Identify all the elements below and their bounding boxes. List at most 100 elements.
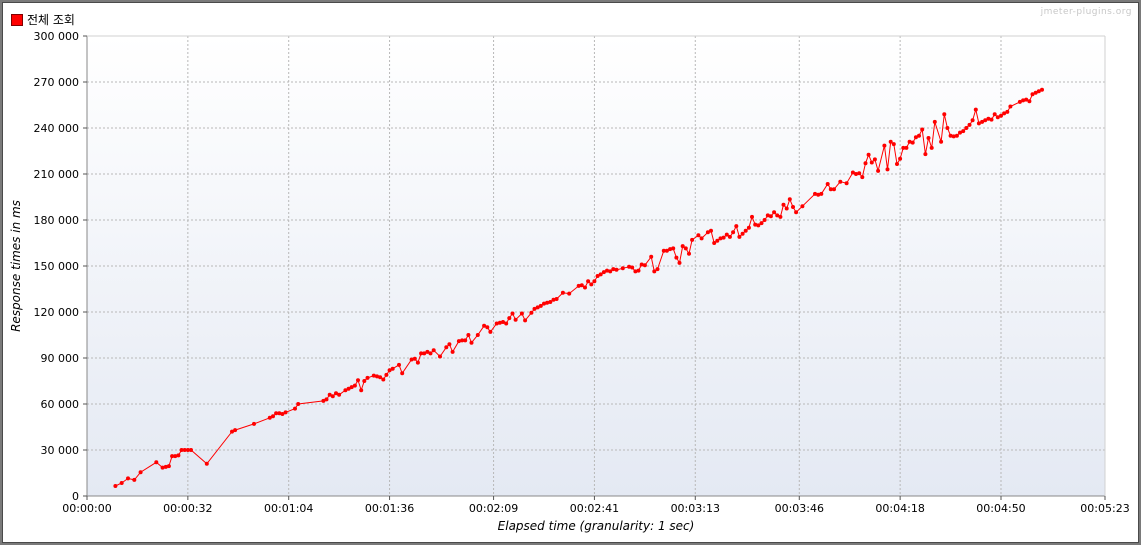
x-tick-label: 00:01:04 (264, 502, 313, 515)
data-point (882, 143, 887, 148)
data-point (743, 228, 748, 233)
line-chart: 00:00:00 00:00:32 00:01:04 00:01:36 00:02:09… (9, 30, 1130, 533)
data-point (538, 303, 543, 308)
data-point (737, 234, 742, 239)
data-point (176, 453, 181, 458)
data-point (586, 279, 591, 284)
data-point (967, 122, 972, 127)
data-point (942, 112, 947, 117)
data-point (529, 310, 534, 315)
x-tick-label: 00:00:32 (163, 502, 212, 515)
data-point (860, 175, 865, 180)
data-point (567, 291, 572, 296)
data-point (929, 145, 934, 150)
data-point (727, 234, 732, 239)
data-point (293, 406, 297, 411)
data-point (671, 246, 676, 251)
x-tick-label: 00:00:00 (62, 502, 111, 515)
y-tick-label: 60 000 (41, 398, 80, 411)
data-point (548, 300, 553, 304)
data-point (554, 297, 559, 301)
data-point (734, 224, 739, 229)
chart-panel: 전체 조회 jmeter-plugins.org 00:00:00 00:00:3… (2, 2, 1139, 543)
data-point (709, 228, 713, 233)
y-axis-label: Response times in ms (9, 200, 23, 332)
data-point (687, 251, 691, 256)
data-point (466, 333, 471, 337)
data-point (655, 267, 660, 272)
data-point (1027, 99, 1032, 104)
data-point (324, 397, 329, 402)
data-point (819, 191, 824, 196)
data-point (589, 282, 594, 287)
data-point (649, 254, 654, 259)
x-axis-label: Elapsed time (granularity: 1 sec) (498, 519, 695, 533)
data-point (359, 388, 364, 393)
data-point (904, 145, 909, 150)
data-point (677, 260, 682, 265)
data-point (463, 338, 468, 343)
data-point (390, 366, 395, 371)
x-tick-label: 00:02:41 (570, 502, 619, 515)
data-point (397, 362, 401, 367)
data-point (964, 126, 969, 130)
data-point (412, 356, 417, 361)
data-point (778, 214, 783, 219)
data-point (384, 372, 389, 377)
data-point (772, 210, 777, 215)
data-point (910, 140, 915, 145)
data-point (636, 268, 641, 273)
data-point (415, 360, 420, 365)
data-point (800, 204, 805, 209)
data-point (825, 182, 830, 186)
data-point (746, 225, 751, 230)
data-point (784, 206, 789, 211)
data-point (271, 414, 275, 419)
data-point (759, 221, 764, 226)
data-point (989, 117, 994, 122)
data-point (450, 349, 455, 354)
data-point (579, 283, 584, 288)
data-point (337, 392, 342, 397)
data-point (876, 168, 881, 173)
data-point (939, 139, 944, 144)
data-point (768, 214, 773, 219)
data-point (330, 394, 335, 399)
data-point (721, 235, 726, 240)
data-point (138, 470, 143, 475)
x-tick-label: 00:03:46 (775, 502, 824, 515)
data-point (126, 476, 130, 481)
y-tick-label: 240 000 (34, 122, 80, 135)
data-point (630, 265, 635, 270)
data-point (583, 285, 587, 290)
data-point (283, 410, 288, 415)
data-point (519, 311, 524, 316)
y-tick-label: 150 000 (34, 260, 80, 273)
data-point (1008, 104, 1013, 109)
data-point (715, 238, 720, 243)
x-tick-label: 00:04:18 (875, 502, 924, 515)
data-point (690, 237, 695, 242)
data-point (652, 269, 657, 274)
data-point (838, 179, 843, 184)
data-point (614, 267, 619, 272)
data-point (844, 181, 849, 186)
data-point (756, 223, 761, 228)
y-tick-label: 270 000 (34, 76, 80, 89)
data-point (507, 316, 512, 321)
data-point (166, 464, 171, 469)
data-point (891, 142, 896, 147)
data-point (917, 133, 921, 138)
data-point (428, 351, 433, 356)
data-point (683, 246, 688, 251)
data-point (832, 187, 836, 192)
data-point (992, 112, 997, 117)
y-tick-label: 90 000 (41, 352, 80, 365)
data-point (504, 321, 509, 326)
data-point (898, 156, 903, 161)
x-tick-label: 00:04:50 (976, 502, 1025, 515)
data-point (469, 340, 474, 345)
data-point (592, 279, 597, 284)
x-tick-label: 00:02:09 (469, 502, 518, 515)
data-point (869, 160, 874, 165)
